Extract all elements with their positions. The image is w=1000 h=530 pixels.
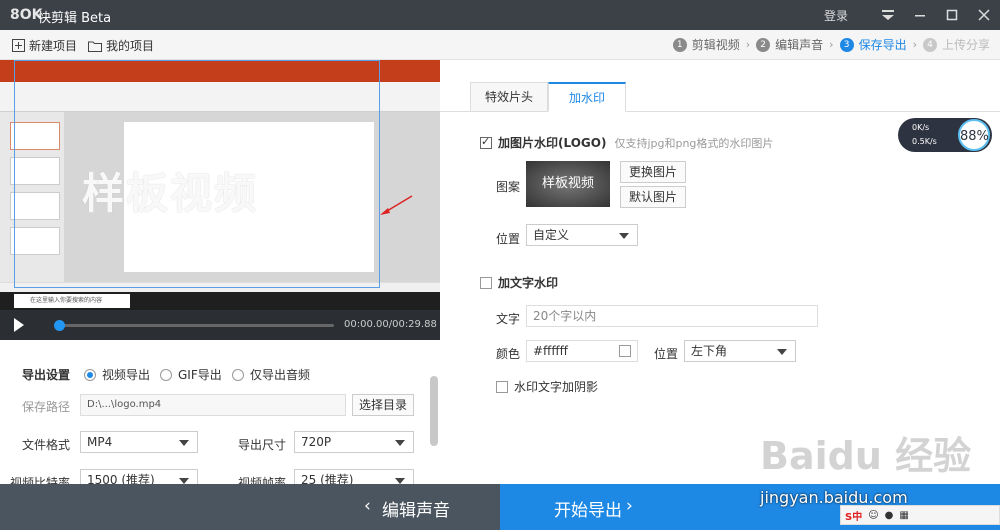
playback-time: 00:00.00/00:29.88	[344, 319, 437, 330]
chevron-down-icon	[619, 233, 629, 239]
choose-dir-button[interactable]: 选择目录	[352, 394, 414, 416]
color-input[interactable]: #ffffff	[526, 340, 638, 362]
ime-toolbar[interactable]: S中 ☺ ● ▦	[840, 505, 1000, 525]
radio-icon	[160, 368, 172, 381]
new-project-button[interactable]: 新建项目	[12, 37, 77, 54]
step-save-export[interactable]: 3 保存导出	[839, 36, 907, 53]
back-to-audio-button[interactable]: ‹ 编辑声音	[0, 484, 500, 530]
text-position-label: 位置	[654, 347, 679, 361]
settings-scrollbar[interactable]	[430, 376, 438, 446]
step-upload-share: 4 上传分享	[922, 36, 990, 53]
my-projects-label: 我的项目	[106, 39, 155, 53]
preview-taskbar: 在这里输入你要搜索的内容	[0, 292, 440, 310]
text-position-select[interactable]: 左下角	[684, 340, 796, 362]
my-projects-button[interactable]: 我的项目	[88, 37, 154, 54]
step-edit-video[interactable]: 1 剪辑视频	[672, 36, 740, 53]
checkbox-icon	[496, 380, 508, 393]
save-path-field[interactable]: D:\...\logo.mp4	[80, 394, 346, 416]
play-icon[interactable]	[14, 318, 24, 332]
start-label: 开始导出	[554, 501, 622, 521]
radio-video-export[interactable]: 视频导出	[84, 366, 150, 383]
image-format-hint: 仅支持jpg和png格式的水印图片	[614, 136, 774, 150]
step-edit-audio[interactable]: 2 编辑声音	[756, 36, 823, 53]
ime-label: S中	[845, 511, 863, 523]
tab-add-watermark[interactable]: 加水印	[548, 82, 626, 112]
chevron-right-icon: ›	[912, 38, 917, 51]
chevron-left-icon: ‹	[364, 496, 371, 516]
text-shadow-checkbox[interactable]: 水印文字加阴影	[496, 378, 598, 395]
close-icon[interactable]	[968, 0, 1000, 30]
chevron-down-icon	[777, 349, 787, 355]
color-label: 颜色	[496, 347, 521, 361]
watermark-text-input[interactable]: 20个字以内	[526, 305, 818, 327]
export-settings: 导出设置 视频导出 GIF导出 仅导出音频 保存路径 D:\...\logo.m…	[0, 340, 440, 484]
format-select[interactable]: MP4	[80, 431, 198, 453]
step-indicator: 1 剪辑视频 › 2 编辑声音 › 3 保存导出 › 4 上传分享	[672, 36, 990, 53]
fps-label: 视频帧率	[238, 476, 287, 484]
export-settings-title: 导出设置	[22, 368, 71, 382]
chevron-right-icon: ›	[829, 38, 834, 51]
title-bar: 8OK 快剪辑 Beta 登录	[0, 0, 1000, 30]
format-label: 文件格式	[22, 438, 71, 452]
mic-icon: ●	[884, 509, 894, 521]
color-swatch[interactable]	[619, 345, 631, 357]
radio-icon	[84, 368, 96, 381]
text-label: 文字	[496, 312, 521, 326]
chevron-right-icon: ›	[626, 496, 633, 516]
default-image-button[interactable]: 默认图片	[620, 186, 686, 208]
timeline-handle[interactable]	[54, 320, 65, 331]
upload-speed: 0K/s	[912, 123, 930, 132]
timeline-track[interactable]	[56, 324, 334, 327]
memory-percent: 88%	[958, 119, 990, 151]
checkbox-icon	[480, 276, 492, 289]
maximize-icon[interactable]	[936, 0, 968, 30]
plus-square-icon	[12, 39, 25, 52]
chevron-down-icon	[395, 440, 405, 446]
size-label: 导出尺寸	[238, 438, 287, 452]
fps-select[interactable]: 25 (推荐)	[294, 469, 414, 484]
player-bar: 00:00.00/00:29.88	[0, 310, 440, 340]
bitrate-label: 视频比特率	[10, 476, 71, 484]
keyboard-icon: ▦	[899, 509, 909, 521]
app-name: 快剪辑 Beta	[38, 11, 112, 26]
download-speed: 0.5K/s	[912, 137, 937, 146]
change-image-button[interactable]: 更换图片	[620, 161, 686, 183]
size-select[interactable]: 720P	[294, 431, 414, 453]
radio-audio-export[interactable]: 仅导出音频	[232, 366, 310, 383]
text-watermark-checkbox[interactable]: 加文字水印	[480, 274, 558, 291]
image-watermark-checkbox[interactable]: 加图片水印(LOGO) 仅支持jpg和png格式的水印图片	[480, 134, 773, 151]
baidu-watermark: Baidu 经验	[760, 434, 972, 478]
watermark-selection-box[interactable]	[14, 60, 380, 288]
radio-icon	[232, 368, 244, 381]
preview-search-box: 在这里输入你要搜索的内容	[14, 294, 130, 308]
menu-icon[interactable]	[872, 0, 904, 30]
radio-gif-export[interactable]: GIF导出	[160, 366, 222, 383]
back-label: 编辑声音	[382, 501, 450, 521]
position-label: 位置	[496, 232, 521, 246]
chevron-down-icon	[179, 440, 189, 446]
top-toolbar: 新建项目 我的项目 1 剪辑视频 › 2 编辑声音 › 3 保存导出 › 4 上传分享	[0, 30, 1000, 60]
new-project-label: 新建项目	[29, 39, 78, 53]
watermark-image-preview: 样板视频	[526, 161, 610, 207]
checkbox-icon	[480, 135, 492, 149]
position-select[interactable]: 自定义	[526, 224, 638, 246]
minimize-icon[interactable]	[904, 0, 936, 30]
smile-icon: ☺	[868, 509, 879, 521]
folder-icon	[88, 41, 102, 52]
bitrate-select[interactable]: 1500 (推荐)	[80, 469, 198, 484]
tab-intro-effects[interactable]: 特效片头	[470, 82, 548, 112]
save-path-label: 保存路径	[22, 400, 71, 414]
arrow-annotation-icon	[380, 195, 413, 215]
chevron-right-icon: ›	[745, 38, 751, 51]
login-link[interactable]: 登录	[824, 7, 848, 24]
pattern-label: 图案	[496, 180, 521, 194]
network-speed-widget[interactable]: 0K/s 0.5K/s 88%	[898, 118, 992, 152]
